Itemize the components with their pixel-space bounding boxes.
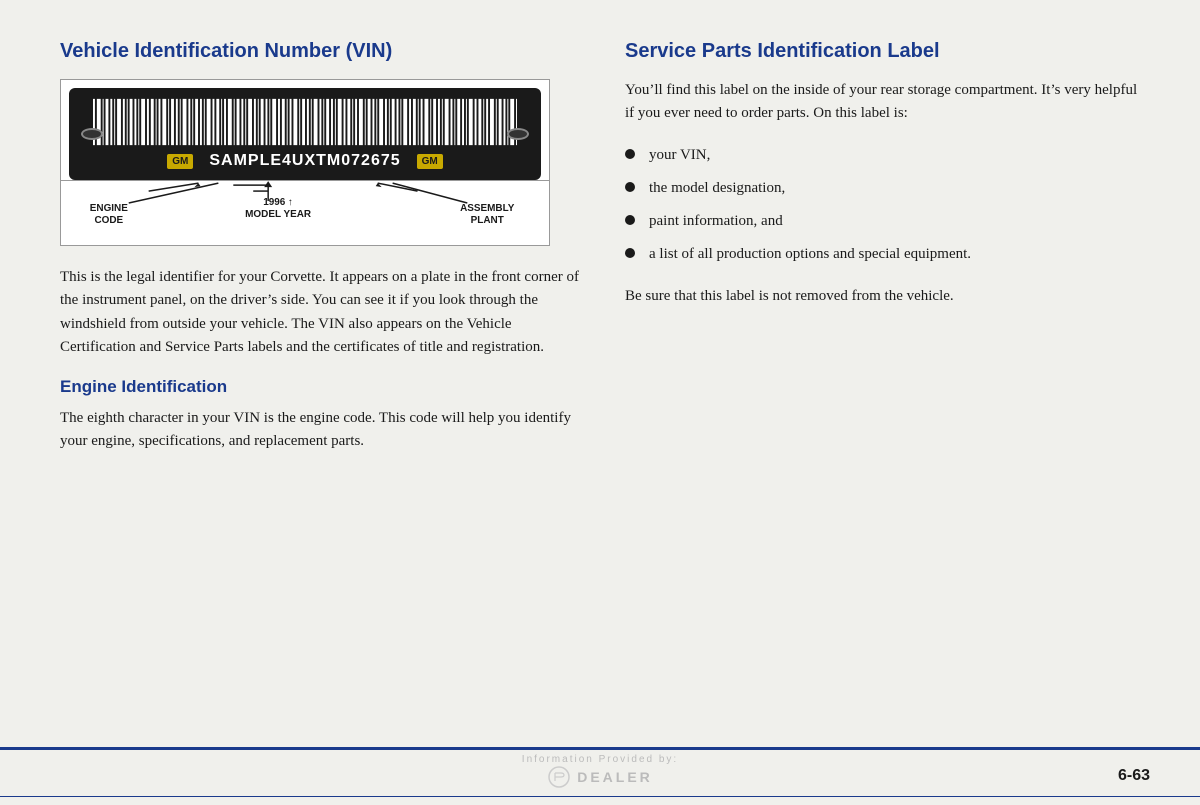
- vin-bottom-row: GM SAMPLE4UXTM072675 GM: [83, 152, 527, 170]
- service-parts-intro: You’ll find this label on the inside of …: [625, 79, 1150, 126]
- vin-body-text: This is the legal identifier for your Co…: [60, 266, 585, 359]
- dealer-logo-icon: [547, 765, 571, 789]
- service-parts-bullets: your VIN, the model designation, paint i…: [625, 144, 1150, 267]
- bullet-item-3: paint information, and: [625, 210, 1150, 233]
- bullet-text-2: the model designation,: [649, 177, 785, 200]
- engine-id-body: The eighth character in your VIN is the …: [60, 407, 585, 454]
- bullet-dot-3: [625, 215, 635, 225]
- bullet-text-3: paint information, and: [649, 210, 783, 233]
- bullet-item-1: your VIN,: [625, 144, 1150, 167]
- svg-text:ENGINE: ENGINE: [90, 203, 128, 214]
- footer-inner: Information Provided by: DEALER 6-63: [0, 750, 1200, 793]
- vin-labels-area: ENGINE CODE 1996 ↑ MODEL YEAR ASSEMBLY P…: [60, 181, 550, 246]
- barcode-svg: [93, 98, 517, 146]
- page-number: 6-63: [1118, 767, 1150, 785]
- footer-watermark-line2: DEALER: [577, 769, 653, 785]
- footer-line-bottom: [0, 796, 1200, 797]
- svg-text:MODEL YEAR: MODEL YEAR: [245, 209, 311, 220]
- vin-number: SAMPLE4UXTM072675: [209, 152, 400, 170]
- vin-labels-svg: ENGINE CODE 1996 ↑ MODEL YEAR ASSEMBLY P…: [69, 181, 541, 239]
- vin-title: Vehicle Identification Number (VIN): [60, 40, 585, 63]
- engine-id-title: Engine Identification: [60, 377, 585, 397]
- vin-barcode: [83, 98, 527, 146]
- bullet-text-1: your VIN,: [649, 144, 710, 167]
- gm-badge-left: GM: [167, 154, 193, 169]
- service-parts-title: Service Parts Identification Label: [625, 40, 1150, 63]
- gm-badge-right: GM: [417, 154, 443, 169]
- footer-watermark-line1: Information Provided by:: [522, 754, 678, 765]
- svg-text:CODE: CODE: [94, 215, 123, 226]
- vin-diagram: GM SAMPLE4UXTM072675 GM: [60, 79, 550, 246]
- vin-plate-box: GM SAMPLE4UXTM072675 GM: [60, 79, 550, 181]
- svg-text:PLANT: PLANT: [471, 215, 504, 226]
- bullet-item-4: a list of all production options and spe…: [625, 243, 1150, 266]
- bullet-dot-1: [625, 149, 635, 159]
- service-parts-closing: Be sure that this label is not removed f…: [625, 285, 1150, 308]
- bullet-dot-4: [625, 248, 635, 258]
- left-column: Vehicle Identification Number (VIN): [60, 40, 585, 665]
- vin-oval-right: [507, 128, 529, 140]
- vin-oval-left: [81, 128, 103, 140]
- vin-plate: GM SAMPLE4UXTM072675 GM: [69, 88, 541, 180]
- footer-logo: Information Provided by: DEALER: [522, 754, 678, 789]
- bullet-dot-2: [625, 182, 635, 192]
- right-column: Service Parts Identification Label You’l…: [625, 40, 1150, 665]
- bullet-text-4: a list of all production options and spe…: [649, 243, 971, 266]
- svg-text:ASSEMBLY: ASSEMBLY: [460, 203, 515, 214]
- bullet-item-2: the model designation,: [625, 177, 1150, 200]
- page-footer: Information Provided by: DEALER 6-63: [0, 747, 1200, 805]
